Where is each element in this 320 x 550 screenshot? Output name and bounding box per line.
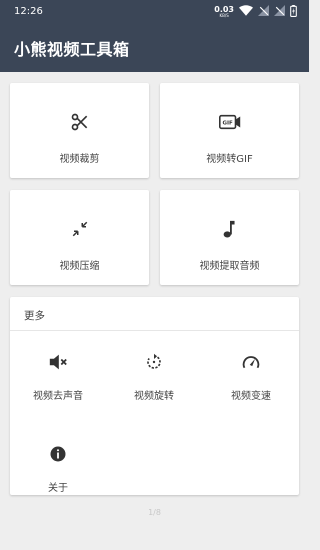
- status-time: 12:26: [14, 6, 43, 17]
- signal-off-icon: [258, 5, 269, 19]
- more-item-mute[interactable]: 视频去声音: [10, 335, 106, 405]
- app-title: 小熊视频工具箱: [14, 40, 130, 59]
- scissors-icon: [69, 111, 91, 133]
- signal-off-icon-2: [274, 5, 285, 19]
- network-speed-unit: KB/S: [219, 13, 229, 18]
- music-note-icon: [219, 218, 241, 240]
- tile-video-to-gif[interactable]: GIF 视频转GIF: [160, 83, 299, 178]
- more-item-speed[interactable]: 视频变速: [203, 335, 299, 405]
- tile-label: 视频裁剪: [59, 154, 100, 165]
- info-icon: [47, 443, 69, 465]
- tile-video-compress[interactable]: 视频压缩: [10, 190, 149, 285]
- more-item-label: 视频旋转: [134, 391, 174, 402]
- tile-label: 视频提取音频: [199, 261, 260, 272]
- wifi-icon: [239, 5, 253, 19]
- svg-text:GIF: GIF: [222, 121, 233, 127]
- tile-label: 视频压缩: [59, 261, 100, 272]
- status-icons: 0.03 KB/S: [214, 3, 297, 21]
- compress-icon: [69, 218, 91, 240]
- mute-icon: [47, 351, 69, 373]
- battery-icon: [290, 4, 297, 20]
- tile-extract-audio[interactable]: 视频提取音频: [160, 190, 299, 285]
- divider: [10, 330, 299, 331]
- more-title: 更多: [24, 310, 45, 322]
- network-speed: 0.03 KB/S: [214, 6, 234, 18]
- tile-label: 视频转GIF: [206, 154, 253, 165]
- more-item-about[interactable]: 关于: [10, 427, 106, 497]
- more-card: 更多 视频去声音 视频旋转 视频变速 关于: [10, 297, 299, 495]
- page-indicator: 1/8: [148, 508, 161, 517]
- tile-video-crop[interactable]: 视频裁剪: [10, 83, 149, 178]
- more-item-label: 关于: [48, 483, 68, 494]
- more-item-label: 视频变速: [231, 391, 271, 402]
- status-bar: 12:26 0.03 KB/S: [0, 0, 309, 24]
- gif-icon: GIF: [218, 111, 241, 133]
- rotate-icon: [143, 351, 165, 373]
- more-item-label: 视频去声音: [33, 391, 83, 402]
- more-item-rotate[interactable]: 视频旋转: [106, 335, 202, 405]
- app-bar: 12:26 0.03 KB/S 小熊视频工具箱: [0, 0, 309, 72]
- speedometer-icon: [240, 351, 262, 373]
